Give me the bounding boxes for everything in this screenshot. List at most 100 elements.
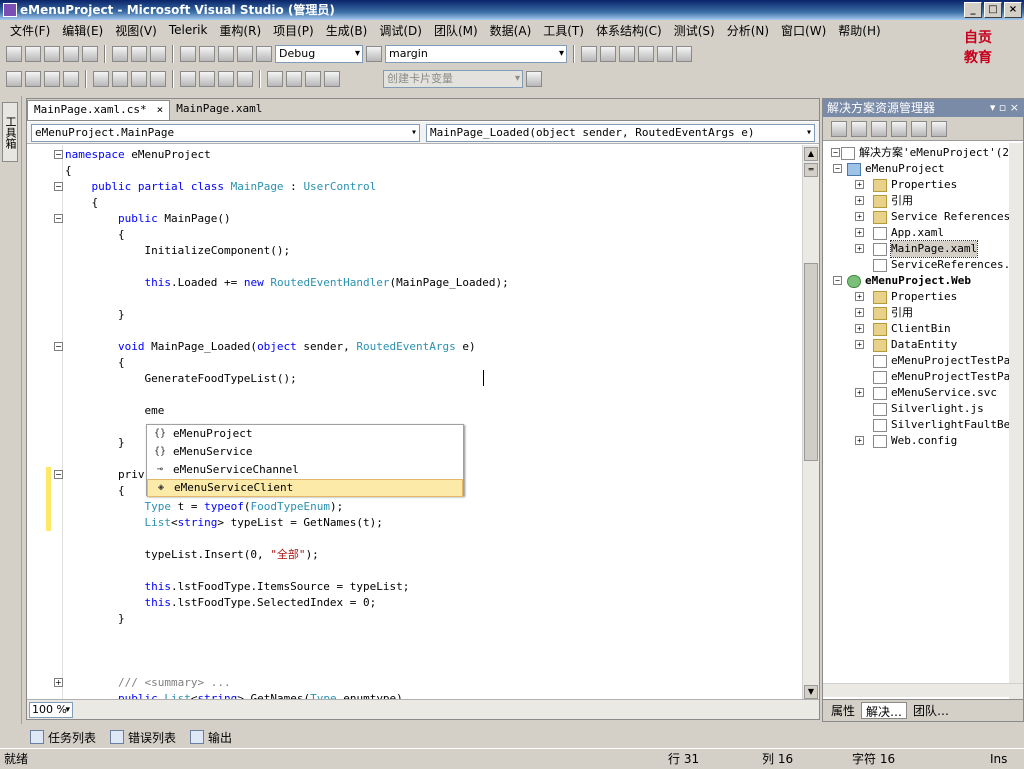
solution-configuration-select[interactable]: Debug [275, 45, 363, 63]
previous-bookmark-icon[interactable] [199, 71, 215, 87]
split-button[interactable]: ═ [804, 163, 818, 177]
expand-icon[interactable]: + [855, 244, 864, 253]
expand-icon[interactable]: + [855, 308, 864, 317]
solution-vertical-scrollbar[interactable] [1009, 143, 1023, 703]
menu-item[interactable]: 分析(N) [721, 22, 775, 39]
expand-icon[interactable]: + [855, 436, 864, 445]
collapse-icon[interactable]: − [831, 148, 840, 157]
uncomment-lines-icon[interactable] [150, 71, 166, 87]
breakpoint-icon[interactable] [267, 71, 283, 87]
maximize-button[interactable]: □ [984, 2, 1002, 18]
tree-node[interactable]: + 引用 [855, 305, 913, 321]
redo-icon[interactable] [199, 46, 215, 62]
tree-node[interactable]: − 解决方案'eMenuProject'(2 [831, 145, 1009, 161]
menu-item[interactable]: 工具(T) [537, 22, 590, 39]
intellisense-item[interactable]: ◈ eMenuServiceClient [147, 479, 463, 497]
tree-node[interactable]: + Service References [855, 209, 1010, 225]
cut-icon[interactable] [112, 46, 128, 62]
collapse-region-icon[interactable]: − [54, 150, 63, 159]
panel-controls[interactable]: ▾ ▫ × [990, 99, 1019, 117]
tree-node[interactable]: + DataEntity [855, 337, 957, 353]
paste-icon[interactable] [150, 46, 166, 62]
menu-item[interactable]: 视图(V) [109, 22, 163, 39]
menu-item[interactable]: 数据(A) [484, 22, 538, 39]
toolbox-tab[interactable]: 工具箱 [2, 102, 18, 162]
increase-indent-icon[interactable] [112, 71, 128, 87]
navigate-forward-icon[interactable] [237, 46, 253, 62]
menu-item[interactable]: 团队(M) [428, 22, 484, 39]
menu-item[interactable]: 调试(D) [373, 22, 428, 39]
display-object-member-icon[interactable] [6, 71, 22, 87]
decrease-indent-icon[interactable] [93, 71, 109, 87]
start-debugging-icon[interactable] [256, 46, 272, 62]
collapse-region-icon[interactable]: − [54, 214, 63, 223]
view-code-icon[interactable] [891, 120, 907, 137]
vertical-scrollbar[interactable]: ▲ ═ ▼ [802, 145, 819, 701]
tool-window-tab[interactable]: 任务列表 [30, 729, 96, 746]
toggle-bookmark-icon[interactable] [180, 71, 196, 87]
expand-region-icon[interactable]: + [54, 678, 63, 687]
find-in-files-icon[interactable] [581, 46, 597, 62]
expand-icon[interactable]: + [855, 180, 864, 189]
menu-item[interactable]: 体系结构(C) [590, 22, 668, 39]
find-icon[interactable] [366, 46, 382, 62]
expand-icon[interactable]: + [855, 292, 864, 301]
member-dropdown[interactable]: MainPage_Loaded(object sender, RoutedEve… [426, 124, 815, 142]
code-text-area[interactable]: namespace eMenuProject{ public partial c… [65, 145, 803, 701]
view-designer-icon[interactable] [911, 120, 927, 137]
tree-node[interactable]: SilverlightFaultBehav [873, 417, 1011, 433]
open-file-icon[interactable] [44, 46, 60, 62]
step-into-icon[interactable] [286, 71, 302, 87]
save-icon[interactable] [63, 46, 79, 62]
settings-icon[interactable] [526, 71, 542, 87]
close-button[interactable]: × [1004, 2, 1022, 18]
panel-tab[interactable]: 解决… [861, 702, 908, 719]
tree-node[interactable]: + eMenuService.svc [855, 385, 997, 401]
tool-window-tab[interactable]: 错误列表 [110, 729, 176, 746]
expand-icon[interactable]: + [855, 340, 864, 349]
zoom-select[interactable]: 100 % [29, 702, 73, 718]
complete-word-icon[interactable] [63, 71, 79, 87]
expand-icon[interactable]: + [855, 212, 864, 221]
toolbox-icon[interactable] [657, 46, 673, 62]
properties-icon[interactable] [831, 120, 847, 137]
solution-horizontal-scrollbar[interactable] [823, 683, 1023, 697]
quick-info-icon[interactable] [44, 71, 60, 87]
expand-icon[interactable]: + [855, 324, 864, 333]
tree-node[interactable]: + 引用 [855, 193, 913, 209]
start-page-icon[interactable] [676, 46, 692, 62]
tree-node[interactable]: ServiceReferences.Cli [873, 257, 1011, 273]
type-dropdown[interactable]: eMenuProject.MainPage [31, 124, 420, 142]
intellisense-item[interactable]: ⊸ eMenuServiceChannel [147, 461, 463, 479]
close-tab-icon[interactable]: × [157, 103, 164, 116]
scroll-thumb[interactable] [804, 263, 818, 461]
minimize-button[interactable]: _ [964, 2, 982, 18]
tree-node[interactable]: + Properties [855, 289, 957, 305]
collapse-region-icon[interactable]: − [54, 342, 63, 351]
class-diagram-icon[interactable] [931, 120, 947, 137]
undo-icon[interactable] [180, 46, 196, 62]
step-out-icon[interactable] [324, 71, 340, 87]
parameter-info-icon[interactable] [25, 71, 41, 87]
new-project-icon[interactable] [6, 46, 22, 62]
menu-item[interactable]: 测试(S) [668, 22, 721, 39]
tree-node[interactable]: + Web.config [855, 433, 957, 449]
panel-tab[interactable]: 团队… [909, 702, 953, 719]
find-input[interactable]: margin [385, 45, 567, 63]
menu-item[interactable]: 帮助(H) [832, 22, 886, 39]
solution-explorer-icon[interactable] [600, 46, 616, 62]
tree-node[interactable]: + MainPage.xaml [855, 240, 979, 258]
show-all-files-icon[interactable] [851, 120, 867, 137]
step-over-icon[interactable] [305, 71, 321, 87]
intellisense-item[interactable]: {} eMenuProject [147, 425, 463, 443]
clear-bookmarks-icon[interactable] [237, 71, 253, 87]
menu-item[interactable]: 文件(F) [4, 22, 56, 39]
menu-item[interactable]: 重构(R) [213, 22, 267, 39]
collapse-region-icon[interactable]: − [54, 182, 63, 191]
tree-node[interactable]: Silverlight.js [873, 401, 984, 417]
tab-mainpage-xaml-cs[interactable]: MainPage.xaml.cs* × [27, 100, 171, 120]
navigate-back-icon[interactable] [218, 46, 234, 62]
tree-node[interactable]: − eMenuProject [833, 161, 944, 177]
menu-item[interactable]: 窗口(W) [775, 22, 832, 39]
collapse-region-icon[interactable]: − [54, 470, 63, 479]
